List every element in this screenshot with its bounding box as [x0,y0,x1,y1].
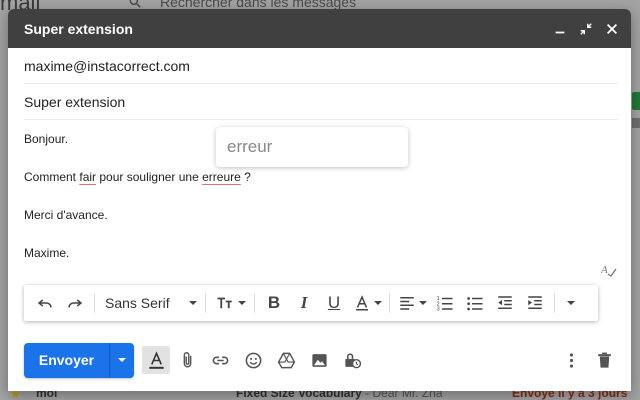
compose-window: Super extension maxime@instacorrect.com … [8,9,631,391]
indent-less-icon[interactable] [490,289,520,317]
send-button-group: Envoyer [24,342,134,378]
indent-more-icon[interactable] [520,289,550,317]
bold-icon[interactable]: B [259,289,289,317]
more-options-icon[interactable] [556,345,587,375]
spelling-suggestion[interactable]: erreur [216,127,408,167]
label-tag [632,118,640,128]
divider [254,293,255,313]
bulleted-list-icon[interactable] [460,289,490,317]
confidential-mode-icon[interactable] [337,345,368,375]
align-icon[interactable] [394,289,430,317]
misspelled-word[interactable]: erreure [202,170,241,184]
search-icon [129,0,141,8]
emoji-icon[interactable] [238,345,269,375]
svg-text:A: A [601,264,608,276]
chevron-down-icon [237,301,246,305]
minimize-icon[interactable] [549,18,571,40]
divider [94,293,95,313]
formatting-options-icon[interactable] [142,346,170,374]
svg-text:3: 3 [437,307,440,313]
chevron-down-icon [189,301,197,305]
body-line: Comment fair pour souligner une erreure … [24,170,251,184]
more-formatting-icon[interactable] [559,289,579,317]
send-options-button[interactable] [110,343,134,378]
underline-icon[interactable]: U [319,289,349,317]
compose-title: Super extension [24,20,133,37]
compose-header[interactable]: Super extension [8,9,631,48]
font-select-value: Sans Serif [105,295,170,311]
spellcheck-icon[interactable]: A [600,263,617,280]
subject-field[interactable]: Super extension [24,84,618,120]
divider [205,293,206,313]
numbered-list-icon[interactable]: 123 [430,289,460,317]
recipient-field[interactable]: maxime@instacorrect.com [24,48,618,84]
attach-file-icon[interactable] [172,345,203,375]
text-size-icon[interactable] [210,289,250,317]
insert-photo-icon[interactable] [304,345,335,375]
undo-icon[interactable] [30,289,60,317]
chevron-down-icon [566,301,575,305]
body-line: Merci d'avance. [24,208,108,222]
redo-icon[interactable] [60,289,90,317]
send-button[interactable]: Envoyer [24,342,110,378]
chevron-down-icon [418,301,427,305]
formatting-toolbar: Sans Serif B I U 123 [24,285,598,321]
label-tag [632,92,640,110]
chevron-down-icon [118,358,126,362]
divider [554,293,555,313]
body-line: Maxime. [24,246,70,260]
chevron-down-icon [373,301,382,305]
divider [389,293,390,313]
exit-fullscreen-icon[interactable] [575,18,597,40]
close-icon[interactable] [601,18,623,40]
misspelled-word[interactable]: fair [79,170,96,184]
drive-icon[interactable] [271,345,302,375]
font-select[interactable]: Sans Serif [99,289,201,317]
insert-link-icon[interactable] [205,345,236,375]
compose-actions: Envoyer [24,342,620,378]
delete-icon[interactable] [589,345,620,375]
text-color-icon[interactable] [349,289,385,317]
italic-icon[interactable]: I [289,289,319,317]
